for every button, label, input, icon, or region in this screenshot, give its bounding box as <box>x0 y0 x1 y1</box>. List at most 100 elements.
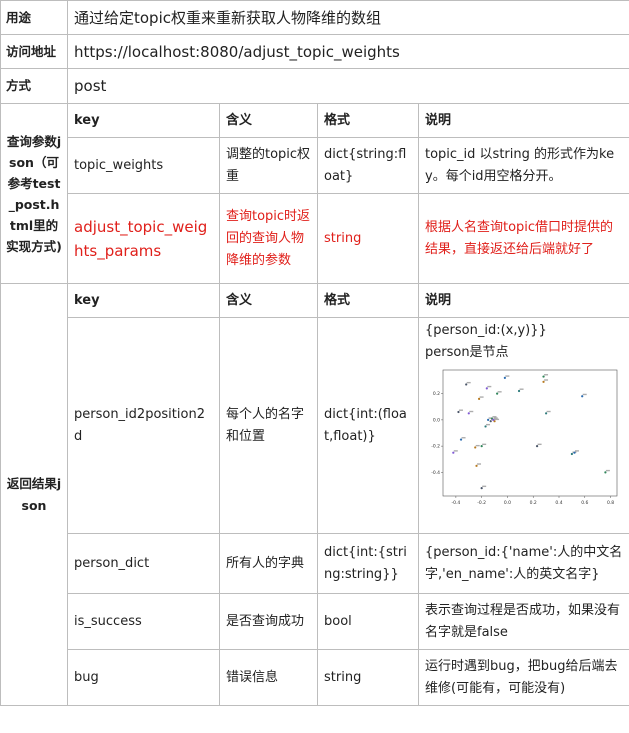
response-meaning: 每个人的名字和位置 <box>219 317 318 534</box>
scatter-point <box>489 420 492 423</box>
response-col-meaning: 含义 <box>219 283 318 318</box>
response-format: string <box>317 649 419 706</box>
query-params-label: 查询参数json（可参考test_post.html里的实现方式) <box>0 103 68 284</box>
response-key: is_success <box>67 593 220 650</box>
scatter-point <box>480 487 483 490</box>
scatter-point <box>545 412 548 415</box>
scatter-point <box>573 451 576 454</box>
point-label-mark <box>487 385 492 388</box>
response-meaning: 是否查询成功 <box>219 593 318 650</box>
purpose-label: 用途 <box>0 0 68 35</box>
desc-line: {person_id:(x,y)}} <box>425 323 547 338</box>
query-col-meaning: 含义 <box>219 103 318 138</box>
point-label-mark <box>495 418 500 421</box>
query-row-topic-weights: topic_weights 调整的topic权重 dict{string:flo… <box>1 137 629 194</box>
query-format: string <box>317 193 419 284</box>
response-meaning: 所有人的字典 <box>219 533 318 594</box>
query-key: topic_weights <box>67 137 220 194</box>
response-desc: 运行时遇到bug，把bug给后端去维修(可能有，可能没有) <box>418 649 629 706</box>
scatter-point <box>535 445 539 448</box>
y-tick-label: -0.2 <box>431 444 440 450</box>
row-method: 方式 post <box>0 68 629 104</box>
scatter-point <box>517 389 521 393</box>
scatter-point <box>542 375 545 378</box>
point-label-mark <box>458 409 463 411</box>
x-tick-label: 0.2 <box>530 500 537 506</box>
scatter-point <box>457 410 460 414</box>
point-label-mark <box>479 396 484 398</box>
query-desc: topic_id 以string 的形式作为key。每个id用空格分开。 <box>418 137 629 194</box>
point-label-mark <box>475 444 480 447</box>
scatter-point <box>487 418 490 421</box>
point-label-mark <box>469 410 474 413</box>
query-header-row: 查询参数json（可参考test_post.html里的实现方式) key 含义… <box>0 103 629 284</box>
url-label: 访问地址 <box>0 34 68 69</box>
scatter-point <box>581 395 584 398</box>
response-col-format: 格式 <box>317 283 419 318</box>
x-tick-label: 0.0 <box>504 500 511 506</box>
x-tick-label: -0.4 <box>451 500 460 506</box>
query-meaning: 查询topic时返回的查询人物降维的参数 <box>219 193 318 284</box>
method-label: 方式 <box>0 68 68 104</box>
point-label-mark <box>497 391 502 393</box>
point-label-mark <box>477 463 482 465</box>
response-label: 返回结果json <box>0 283 68 706</box>
x-tick-label: -0.2 <box>477 500 486 506</box>
point-label-mark <box>461 437 466 439</box>
scatter-point <box>480 445 483 448</box>
point-label-mark <box>466 381 471 384</box>
point-label-mark <box>537 443 542 446</box>
response-desc: {person_id:{'name':人的中文名字,'en_name':人的英文… <box>418 533 629 594</box>
scatter-point <box>475 464 478 467</box>
scatter-point <box>452 451 455 454</box>
scatter-point <box>503 376 506 379</box>
response-format: dict{int:{string:string}} <box>317 533 419 594</box>
scatter-point <box>477 397 481 400</box>
point-label-mark <box>482 443 487 446</box>
response-key: person_id2position2d <box>67 317 220 534</box>
y-tick-label: 0.0 <box>433 417 440 423</box>
response-desc: {person_id:(x,y)}} person是节点 -0.4 -0.2 0.0… <box>418 317 629 534</box>
response-col-key: key <box>67 283 220 318</box>
scatter-plot: -0.4 -0.2 0.0 0.2 0.4 0.6 0.8 0.2 0.0 -0.2 -0.4 <box>431 369 618 506</box>
point-label-mark <box>505 375 510 377</box>
point-label-mark <box>453 450 458 452</box>
point-label-mark <box>544 374 549 376</box>
point-label-mark <box>519 388 524 390</box>
scatter-point <box>542 380 545 383</box>
scatter-point <box>465 383 468 386</box>
scatter-point <box>570 452 573 456</box>
query-meaning: 调整的topic权重 <box>219 137 318 194</box>
response-desc: 表示查询过程是否成功，如果没有名字就是false <box>418 593 629 650</box>
point-label-mark <box>486 423 491 426</box>
response-format: bool <box>317 593 419 650</box>
response-header-row: 返回结果json key 含义 格式 说明 <box>0 283 629 706</box>
point-label-mark <box>582 393 587 396</box>
response-format: dict{int:(float,float)} <box>317 317 419 534</box>
response-key: bug <box>67 649 220 706</box>
point-label-mark <box>492 416 497 418</box>
row-purpose: 用途 通过给定topic权重来重新获取人物降维的数组 <box>0 0 629 35</box>
desc-line: person是节点 <box>425 345 509 360</box>
url-value: https://localhost:8080/adjust_topic_weig… <box>67 34 629 69</box>
plot-frame <box>442 369 618 497</box>
response-row-bug: bug 错误信息 string 运行时遇到bug，把bug给后端去维修(可能有，… <box>1 649 629 706</box>
scatter-point <box>604 471 607 474</box>
query-row-adjust-params: adjust_topic_weights_params 查询topic时返回的查… <box>1 193 629 284</box>
y-tick-label: -0.4 <box>431 470 440 476</box>
query-col-key: key <box>67 103 220 138</box>
x-tick-label: 0.6 <box>581 500 588 506</box>
scatter-point <box>485 387 488 390</box>
query-key: adjust_topic_weights_params <box>67 193 220 284</box>
response-meaning: 错误信息 <box>219 649 318 706</box>
x-tick-label: 0.8 <box>607 500 614 506</box>
point-label-mark <box>493 417 498 419</box>
point-label-mark <box>544 379 549 381</box>
scatter-point <box>492 418 495 421</box>
scatter-point <box>474 446 477 449</box>
purpose-value: 通过给定topic权重来重新获取人物降维的数组 <box>67 0 629 35</box>
y-tick-label: 0.2 <box>433 391 440 397</box>
response-key: person_dict <box>67 533 220 594</box>
response-row-is-success: is_success 是否查询成功 bool 表示查询过程是否成功，如果没有名字… <box>1 593 629 650</box>
x-tick-label: 0.4 <box>555 500 562 506</box>
